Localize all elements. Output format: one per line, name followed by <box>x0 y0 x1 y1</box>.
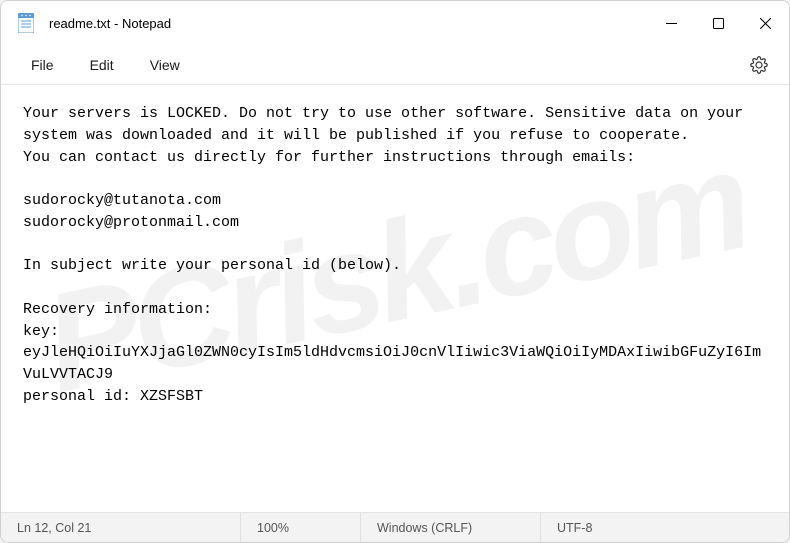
notepad-icon <box>17 13 35 33</box>
statusbar: Ln 12, Col 21 100% Windows (CRLF) UTF-8 <box>1 512 789 542</box>
titlebar: readme.txt - Notepad <box>1 1 789 45</box>
text-area[interactable]: Your servers is LOCKED. Do not try to us… <box>1 85 789 512</box>
menu-file[interactable]: File <box>13 51 72 79</box>
status-eol: Windows (CRLF) <box>361 513 541 542</box>
status-zoom[interactable]: 100% <box>241 513 361 542</box>
window-title: readme.txt - Notepad <box>49 16 648 31</box>
close-button[interactable] <box>742 1 789 45</box>
maximize-icon <box>713 18 724 29</box>
window-controls <box>648 1 789 45</box>
status-encoding: UTF-8 <box>541 513 681 542</box>
minimize-icon <box>666 18 677 29</box>
close-icon <box>760 18 771 29</box>
menu-edit[interactable]: Edit <box>72 51 132 79</box>
gear-icon <box>750 56 768 74</box>
minimize-button[interactable] <box>648 1 695 45</box>
maximize-button[interactable] <box>695 1 742 45</box>
settings-button[interactable] <box>741 47 777 83</box>
status-position: Ln 12, Col 21 <box>1 513 241 542</box>
menubar: File Edit View <box>1 45 789 85</box>
notepad-window: readme.txt - Notepad File Edit View <box>0 0 790 543</box>
menu-view[interactable]: View <box>132 51 198 79</box>
